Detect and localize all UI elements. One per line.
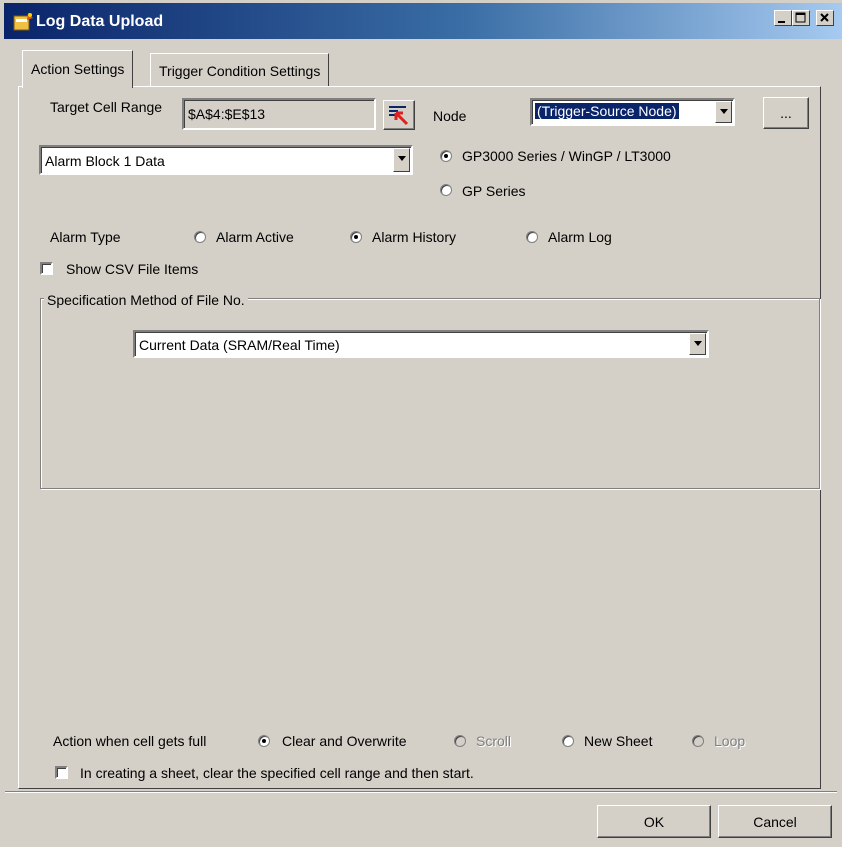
browse-label: ...: [780, 105, 792, 121]
file-no-group: [40, 298, 820, 489]
ok-button[interactable]: OK: [597, 805, 711, 838]
radio-scroll: [454, 735, 466, 747]
file-no-combo[interactable]: Current Data (SRAM/Real Time): [133, 330, 709, 358]
chevron-down-icon[interactable]: [393, 148, 410, 172]
tab-label: Action Settings: [31, 61, 125, 77]
gp-series-label: GP Series: [462, 183, 526, 199]
radio-loop: [692, 735, 704, 747]
maximize-icon[interactable]: [792, 10, 810, 26]
alarm-active-label: Alarm Active: [216, 229, 294, 245]
close-icon[interactable]: [816, 10, 834, 26]
gp3000-series-label: GP3000 Series / WinGP / LT3000: [462, 148, 671, 164]
radio-alarm-history[interactable]: [350, 231, 362, 243]
new-sheet-label: New Sheet: [584, 733, 653, 749]
app-icon: [13, 13, 33, 31]
node-browse-button[interactable]: ...: [763, 97, 809, 129]
data-type-combo[interactable]: Alarm Block 1 Data: [39, 145, 413, 175]
action-full-label: Action when cell gets full: [53, 733, 207, 749]
radio-gp-series[interactable]: [440, 184, 452, 196]
alarm-history-label: Alarm History: [372, 229, 457, 245]
cancel-label: Cancel: [753, 814, 797, 830]
log-data-upload-dialog: Log Data Upload Action Settings Trigger …: [0, 0, 842, 847]
target-cell-range-label: Target Cell Range: [50, 99, 163, 115]
chevron-down-icon[interactable]: [715, 101, 732, 123]
alarm-type-label: Alarm Type: [50, 229, 121, 245]
ok-label: OK: [643, 814, 665, 830]
file-no-group-title: Specification Method of File No.: [44, 292, 248, 308]
scroll-label: Scroll: [476, 733, 512, 749]
window-title: Log Data Upload: [36, 13, 164, 30]
cancel-button[interactable]: Cancel: [718, 805, 832, 838]
footer-separator: [5, 791, 837, 793]
tab-trigger-condition-settings[interactable]: Trigger Condition Settings: [150, 53, 330, 87]
file-no-value: Current Data (SRAM/Real Time): [139, 337, 340, 353]
alarm-log-label: Alarm Log: [548, 229, 612, 245]
chevron-down-icon[interactable]: [689, 333, 706, 355]
clear-range-checkbox[interactable]: [55, 766, 68, 779]
node-label: Node: [433, 108, 467, 124]
radio-alarm-log[interactable]: [526, 231, 538, 243]
clear-and-overwrite-label: Clear and Overwrite: [282, 733, 407, 749]
radio-gp3000-series[interactable]: [440, 150, 452, 162]
radio-clear-and-overwrite[interactable]: [258, 735, 270, 747]
cell-range-picker-icon: [389, 106, 409, 126]
radio-new-sheet[interactable]: [562, 735, 574, 747]
data-type-value: Alarm Block 1 Data: [45, 153, 165, 169]
clear-range-label: In creating a sheet, clear the specified…: [80, 765, 474, 781]
target-cell-range-field[interactable]: $A$4:$E$13: [182, 98, 376, 130]
node-combo[interactable]: (Trigger-Source Node): [530, 98, 735, 126]
node-value: (Trigger-Source Node): [535, 103, 679, 119]
show-csv-checkbox[interactable]: [40, 262, 53, 275]
target-cell-range-value: $A$4:$E$13: [188, 106, 266, 122]
show-csv-label: Show CSV File Items: [66, 261, 199, 277]
radio-alarm-active[interactable]: [194, 231, 206, 243]
tab-label: Trigger Condition Settings: [159, 63, 321, 79]
title-bar[interactable]: Log Data Upload: [4, 3, 842, 39]
cell-range-picker-button[interactable]: [383, 100, 415, 130]
tab-action-settings[interactable]: Action Settings: [22, 50, 134, 88]
minimize-icon[interactable]: [774, 10, 792, 26]
loop-label: Loop: [714, 733, 746, 749]
